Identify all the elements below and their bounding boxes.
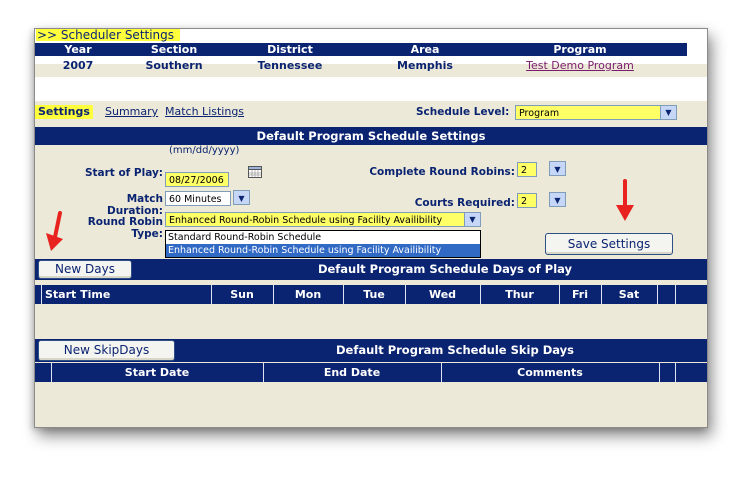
schedule-level-value: Program [519,108,560,119]
col-sun[interactable]: Sun [211,285,273,304]
column-divider [675,285,676,304]
round-robin-type-value: Enhanced Round-Robin Schedule using Faci… [169,215,443,226]
arrow-down-left-icon [46,211,63,251]
chevron-down-icon: ▼ [554,165,561,174]
col-comments[interactable]: Comments [441,363,659,382]
chevron-down-icon: ▼ [554,196,561,205]
value-year: 2007 [62,59,94,72]
column-divider [657,285,658,304]
value-district: Tennessee [257,59,323,72]
match-duration-label: Match Duration: [107,193,163,217]
skip-section-title: Default Program Schedule Skip Days [335,343,575,357]
col-thur[interactable]: Thur [480,285,559,304]
col-tue[interactable]: Tue [343,285,405,304]
schedule-level-select[interactable]: Program ▼ [515,105,677,120]
start-of-play-input[interactable]: 08/27/2006 [165,172,229,187]
tab-strip [35,77,707,101]
col-start-time[interactable]: Start Time [45,285,110,304]
column-divider [659,363,660,382]
value-area: Memphis [397,59,453,72]
program-link[interactable]: Test Demo Program [526,59,634,72]
schedule-level-label: Schedule Level: [416,106,510,118]
col-start-date[interactable]: Start Date [51,363,263,382]
chevron-down-icon[interactable]: ▼ [660,106,676,119]
chevron-down-icon[interactable]: ▼ [464,213,480,226]
col-fri[interactable]: Fri [559,285,601,304]
skip-grid-header: Start Date End Date Comments [35,363,707,382]
round-robin-options: Standard Round-Robin Schedule Enhanced R… [165,230,481,258]
settings-section-header: Default Program Schedule Settings [35,127,707,145]
header-district: District [267,43,313,56]
complete-round-robins-value[interactable]: 2 [517,162,537,177]
date-format-hint: (mm/dd/yyyy) [169,145,240,156]
scheduler-window: >> Scheduler Settings Year Section Distr… [34,28,708,428]
days-section-title: Default Program Schedule Days of Play [317,262,573,276]
tab-summary[interactable]: Summary [105,105,158,119]
header-program: Program [553,43,607,56]
column-divider [41,285,42,304]
arrow-down-right-icon [616,179,634,221]
chevron-down-icon: ▼ [238,194,245,203]
courts-required-value[interactable]: 2 [517,193,537,208]
new-skipdays-button[interactable]: New SkipDays [38,340,175,361]
col-end-date[interactable]: End Date [263,363,441,382]
new-days-button[interactable]: New Days [38,260,132,279]
days-grid-header: Start Time Sun Mon Tue Wed Thur Fri Sat [35,285,707,304]
match-duration-select[interactable]: 60 Minutes [165,191,231,206]
calendar-icon[interactable] [248,166,262,178]
column-divider [675,363,676,382]
tab-settings[interactable]: Settings [35,105,93,119]
col-wed[interactable]: Wed [405,285,480,304]
header-year: Year [64,43,92,56]
match-duration-dropdown[interactable]: ▼ [233,190,250,205]
round-robin-option-enhanced[interactable]: Enhanced Round-Robin Schedule using Faci… [166,244,480,257]
round-robin-type-label: Round Robin Type: [87,216,163,240]
header-area: Area [410,43,440,56]
tab-match-listings[interactable]: Match Listings [165,105,244,119]
value-section: Southern [145,59,203,72]
courts-required-dropdown[interactable]: ▼ [549,192,566,207]
col-sat[interactable]: Sat [601,285,657,304]
breadcrumb[interactable]: >> Scheduler Settings [36,29,181,41]
round-robin-type-select[interactable]: Enhanced Round-Robin Schedule using Faci… [165,212,481,227]
save-settings-button[interactable]: Save Settings [545,233,673,255]
courts-required-label: Courts Required: [414,197,515,209]
complete-round-robins-label: Complete Round Robins: [369,166,515,178]
complete-round-robins-dropdown[interactable]: ▼ [549,161,566,176]
col-mon[interactable]: Mon [273,285,343,304]
round-robin-option-standard[interactable]: Standard Round-Robin Schedule [166,231,480,244]
header-section: Section [150,43,198,56]
start-of-play-label: Start of Play: [84,167,163,179]
